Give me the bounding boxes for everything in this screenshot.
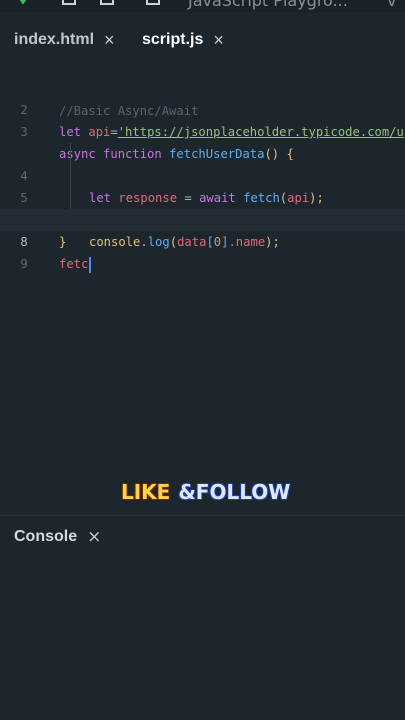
- close-icon[interactable]: ×: [213, 30, 224, 51]
- code-line: 9: [0, 231, 405, 271]
- code-line: 4 let response = await fetch(api);: [0, 121, 405, 205]
- code-line: 3 async function fetchUserData() {: [0, 99, 405, 161]
- close-icon[interactable]: ×: [87, 527, 101, 547]
- tab-index-html[interactable]: index.html ×: [14, 20, 115, 60]
- code-line-active[interactable]: 8 fetc: [0, 209, 405, 273]
- tab-script-js[interactable]: script.js ×: [142, 20, 224, 60]
- share-icon[interactable]: [98, 0, 116, 8]
- typed-text: fetc: [59, 257, 89, 271]
- version-label: v: [387, 0, 397, 10]
- code-playground-app: JavaScript Playgro... v index.html × scr…: [0, 0, 405, 720]
- console-header: Console ×: [0, 520, 405, 554]
- follow-text: &FOLLOW: [178, 480, 291, 504]
- console-tab[interactable]: Console: [14, 528, 77, 546]
- settings-icon[interactable]: [144, 0, 162, 8]
- code-line: //Basic Async/Await: [0, 56, 405, 118]
- code-line: 7 }: [0, 187, 405, 249]
- text-cursor: [89, 256, 92, 273]
- code-line: 2 let api='https://jsonplaceholder.typic…: [0, 77, 405, 139]
- code-line: 6 console.log(data[0].name);: [0, 165, 405, 249]
- run-icon[interactable]: [60, 0, 78, 8]
- tab-label: script.js: [142, 31, 204, 48]
- top-toolbar: JavaScript Playgro... v: [0, 0, 405, 12]
- code-line: 5 let data = await response.json();: [0, 143, 405, 227]
- tab-label: index.html: [14, 31, 95, 48]
- app-logo-icon[interactable]: [14, 0, 32, 8]
- close-icon[interactable]: ×: [104, 30, 115, 51]
- like-text: LIKE: [121, 480, 171, 504]
- console-output[interactable]: [0, 556, 405, 720]
- editor-tab-bar: index.html × script.js ×: [0, 20, 405, 60]
- like-follow-overlay: LIKE &FOLLOW: [121, 478, 290, 506]
- project-title: JavaScript Playgro...: [188, 0, 348, 10]
- code-editor[interactable]: //Basic Async/Await 2 let api='https://j…: [0, 62, 405, 512]
- line-number: 9: [20, 257, 28, 271]
- panel-divider[interactable]: [0, 515, 405, 516]
